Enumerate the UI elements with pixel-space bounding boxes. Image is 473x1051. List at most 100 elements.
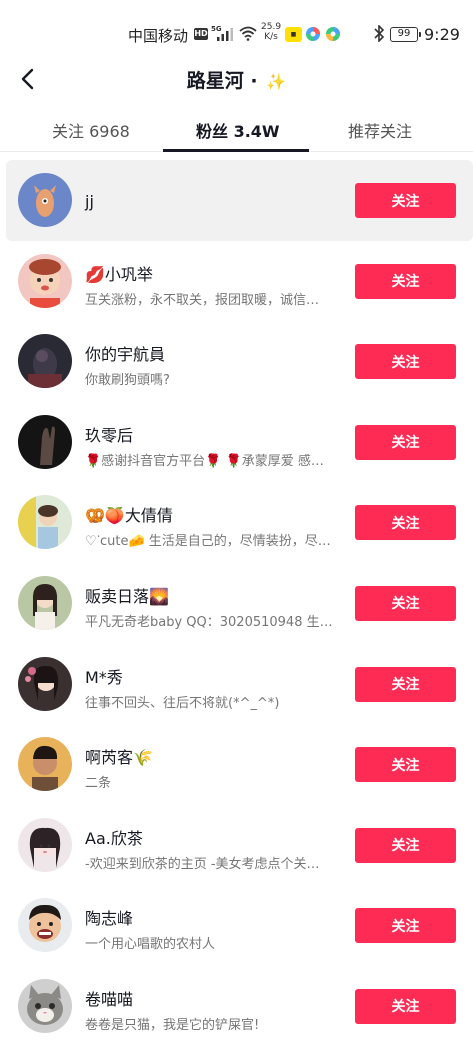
user-bio: -欢迎来到欣茶的主页 -美女考虑点个关… — [85, 856, 320, 872]
follow-button[interactable]: 关注 — [355, 183, 456, 218]
avatar[interactable] — [18, 737, 72, 792]
list-item[interactable]: Aa.欣茶 -欢迎来到欣茶的主页 -美女考虑点个关… 关注 — [0, 805, 473, 886]
avatar[interactable] — [18, 817, 72, 872]
user-bio: 互关涨粉，永不取关，报团取暖，诚信… — [85, 292, 320, 308]
avatar-image — [18, 575, 72, 630]
profile-name: 路星河 — [186, 70, 244, 92]
avatar[interactable] — [18, 898, 72, 953]
list-item[interactable]: 卷喵喵 卷卷是只猫，我是它的铲屎官! 关注 — [0, 966, 473, 1047]
avatar[interactable] — [18, 575, 72, 630]
carrier-label: 中国移动 — [128, 27, 189, 45]
signal-icon — [217, 28, 233, 41]
avatar-image — [18, 495, 72, 550]
follow-button[interactable]: 关注 — [355, 666, 456, 702]
avatar-image — [18, 898, 72, 953]
follow-button[interactable]: 关注 — [355, 263, 456, 299]
user-name[interactable]: Aa.欣茶 — [85, 825, 143, 849]
list-item[interactable]: jj 关注 — [6, 160, 473, 241]
user-info: 💋小巩举 互关涨粉，永不取关，报团取暖，诚信… — [85, 241, 343, 321]
follow-button[interactable]: 关注 — [355, 424, 456, 460]
follow-button[interactable]: 关注 — [355, 747, 456, 783]
user-name[interactable]: 🥨🍑大倩倩 — [85, 502, 173, 526]
app-notification-icon: ■ — [285, 27, 302, 42]
user-bio: 🌹感谢抖音官方平台🌹 🌹承蒙厚爱 感… — [85, 453, 324, 469]
user-info: 玖零后 🌹感谢抖音官方平台🌹 🌹承蒙厚爱 感… — [85, 402, 343, 482]
user-name[interactable]: 💋小巩举 — [85, 261, 153, 285]
user-name[interactable]: 啊芮客🌾 — [85, 744, 153, 768]
follow-button[interactable]: 关注 — [355, 585, 456, 621]
user-bio: 卷卷是只猫，我是它的铲屎官! — [85, 1017, 260, 1033]
avatar[interactable] — [18, 334, 72, 389]
user-name[interactable]: 贩卖日落🌄 — [85, 583, 169, 607]
user-name[interactable]: 卷喵喵 — [85, 986, 133, 1010]
user-name[interactable]: 陶志峰 — [85, 905, 133, 929]
avatar[interactable] — [18, 253, 72, 308]
list-item[interactable]: M*秀 往事不回头、往后不将就(*^_^*) 关注 — [0, 644, 473, 725]
user-bio: 一个用心唱歌的农村人 — [85, 937, 216, 953]
user-name[interactable]: M*秀 — [85, 664, 123, 688]
avatar[interactable] — [18, 495, 72, 550]
user-name[interactable]: 玖零后 — [85, 422, 133, 446]
follow-button[interactable]: 关注 — [355, 827, 456, 863]
follow-button[interactable]: 关注 — [355, 505, 456, 541]
avatar-image — [18, 737, 72, 792]
list-item[interactable]: 🥨🍑大倩倩 ♡ᐝcute🧀 生活是自己的，尽情装扮，尽… 关注 — [0, 482, 473, 563]
wifi-icon — [239, 26, 257, 41]
avatar-image — [18, 414, 72, 469]
user-info: 你的宇航員 你敢刷狗頭嗎? — [85, 321, 343, 401]
speed-value: 25.9 — [261, 22, 282, 32]
avatar-image — [18, 817, 72, 872]
bluetooth-icon — [374, 25, 385, 42]
user-info: 卷喵喵 卷卷是只猫，我是它的铲屎官! — [85, 966, 343, 1046]
network-speed: 25.9 K/s — [261, 22, 281, 42]
list-item[interactable]: 啊芮客🌾 二条 关注 — [0, 724, 473, 805]
avatar[interactable] — [18, 173, 72, 227]
title-separator: · — [243, 70, 265, 92]
app-notification-icon — [306, 27, 320, 41]
avatar[interactable] — [18, 978, 72, 1033]
avatar-image — [18, 253, 72, 308]
follow-button[interactable]: 关注 — [355, 988, 456, 1024]
tab-recommended[interactable]: 推荐关注 — [348, 118, 412, 142]
user-bio: ♡ᐝcute🧀 生活是自己的，尽情装扮，尽… — [85, 534, 331, 550]
list-item[interactable]: 玖零后 🌹感谢抖音官方平台🌹 🌹承蒙厚爱 感… 关注 — [0, 402, 473, 483]
user-info: jj — [85, 160, 343, 240]
sparkle-icon: ✨ — [266, 72, 287, 91]
hd-icon: HD — [194, 28, 208, 40]
user-info: 陶志峰 一个用心唱歌的农村人 — [85, 885, 343, 965]
avatar-image — [18, 978, 72, 1033]
avatar-image — [18, 173, 72, 227]
tab-following[interactable]: 关注 6968 — [52, 118, 130, 142]
user-info: 🥨🍑大倩倩 ♡ᐝcute🧀 生活是自己的，尽情装扮，尽… — [85, 482, 343, 562]
battery-icon: 99 — [390, 27, 421, 42]
status-bar: 中国移动 HD 5G 25.9 K/s ■ 99 9:29 — [0, 0, 473, 46]
tab-followers[interactable]: 粉丝 3.4W — [196, 118, 280, 142]
speed-unit: K/s — [264, 32, 278, 42]
user-info: M*秀 往事不回头、往后不将就(*^_^*) — [85, 644, 343, 724]
tab-bar: 关注 6968 粉丝 3.4W 推荐关注 — [0, 108, 473, 152]
user-name[interactable]: 你的宇航員 — [85, 341, 165, 365]
avatar-image — [18, 656, 72, 711]
header: 路星河 · ✨ — [0, 52, 473, 106]
followers-list: jj 关注 💋小巩举 互关涨粉，永不取关，报团取暖，诚信… 关注 你的宇航員 你… — [0, 160, 473, 1047]
follow-button[interactable]: 关注 — [355, 908, 456, 944]
user-bio: 平凡无奇老baby QQ：3020510948 生… — [85, 614, 333, 630]
avatar[interactable] — [18, 656, 72, 711]
list-item[interactable]: 💋小巩举 互关涨粉，永不取关，报团取暖，诚信… 关注 — [0, 241, 473, 322]
user-bio: 你敢刷狗頭嗎? — [85, 373, 170, 389]
list-item[interactable]: 你的宇航員 你敢刷狗頭嗎? 关注 — [0, 321, 473, 402]
tab-indicator — [163, 149, 309, 152]
user-bio: 二条 — [85, 776, 112, 792]
list-item[interactable]: 陶志峰 一个用心唱歌的农村人 关注 — [0, 885, 473, 966]
user-bio: 往事不回头、往后不将就(*^_^*) — [85, 695, 280, 711]
avatar[interactable] — [18, 414, 72, 469]
app-notification-icon — [326, 27, 340, 41]
follow-button[interactable]: 关注 — [355, 344, 456, 380]
avatar-image — [18, 334, 72, 389]
user-info: 贩卖日落🌄 平凡无奇老baby QQ：3020510948 生… — [85, 563, 343, 643]
list-item[interactable]: 贩卖日落🌄 平凡无奇老baby QQ：3020510948 生… 关注 — [0, 563, 473, 644]
user-info: 啊芮客🌾 二条 — [85, 724, 343, 804]
page-title: 路星河 · ✨ — [0, 66, 473, 93]
user-name[interactable]: jj — [85, 192, 94, 211]
user-info: Aa.欣茶 -欢迎来到欣茶的主页 -美女考虑点个关… — [85, 805, 343, 885]
